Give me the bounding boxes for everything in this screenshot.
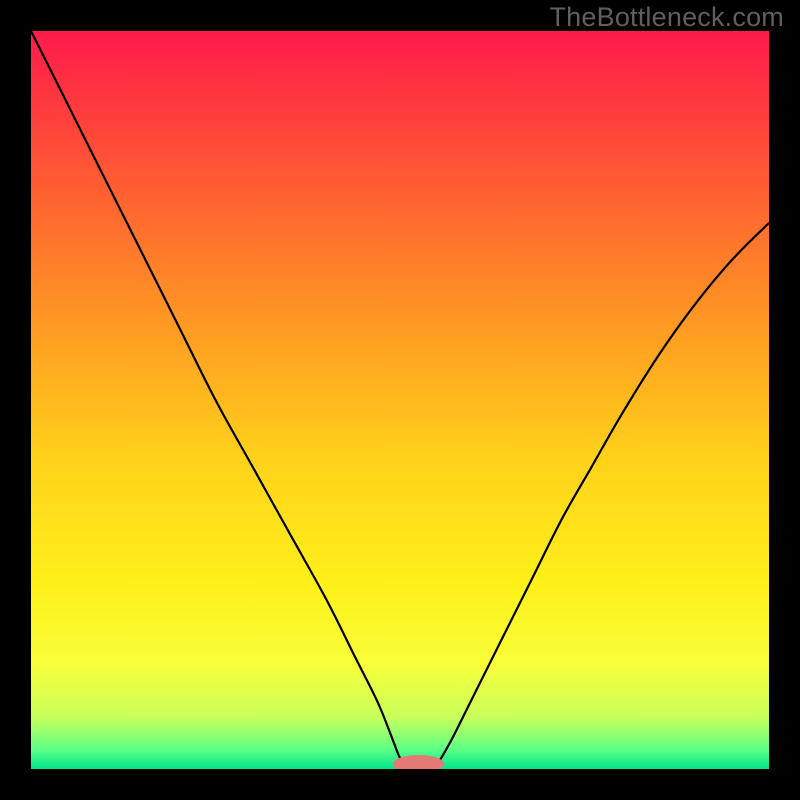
gradient-background xyxy=(31,31,769,769)
chart-container: TheBottleneck.com xyxy=(0,0,800,800)
chart-svg xyxy=(31,31,769,769)
watermark-text: TheBottleneck.com xyxy=(549,2,784,33)
plot-area xyxy=(31,31,769,769)
